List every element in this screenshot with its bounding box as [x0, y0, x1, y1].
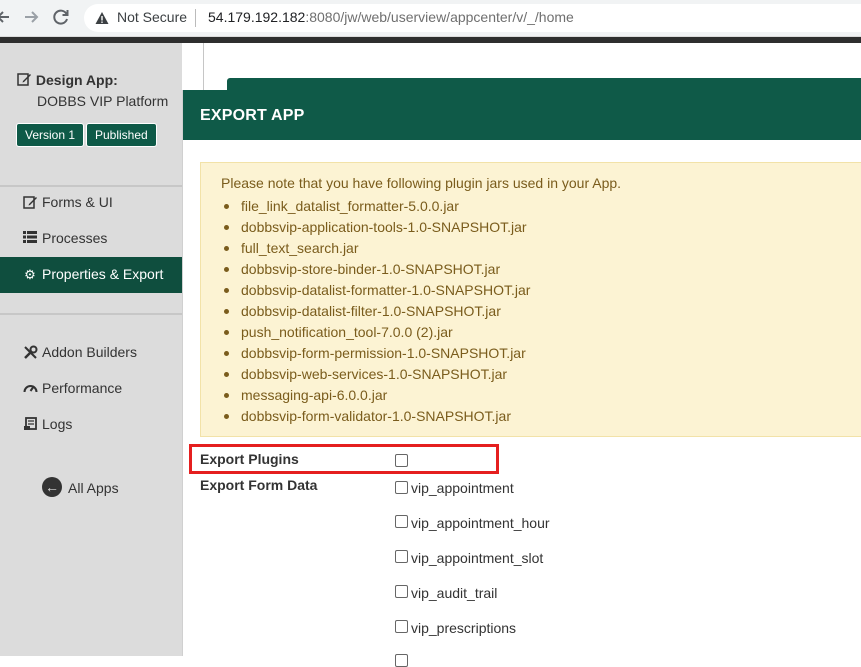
sidebar-item-label: Forms & UI — [42, 194, 113, 210]
form-data-checkbox-vip-appointment-hour[interactable] — [395, 515, 408, 528]
form-data-label: vip_appointment_slot — [411, 550, 544, 566]
list-item: dobbsvip-datalist-formatter-1.0-SNAPSHOT… — [221, 280, 530, 301]
form-data-label: vip_appointment_hour — [411, 515, 550, 531]
sidebar-item-label: Addon Builders — [42, 344, 137, 360]
sidebar-item-label: Logs — [42, 416, 73, 432]
forward-icon[interactable] — [20, 6, 42, 28]
export-plugins-label: Export Plugins — [200, 451, 299, 467]
sidebar-item-label: Properties & Export — [42, 266, 164, 282]
edit-icon — [22, 195, 38, 211]
sidebar-divider — [0, 313, 182, 315]
list-item: dobbsvip-store-binder-1.0-SNAPSHOT.jar — [221, 259, 530, 280]
list-item: dobbsvip-form-permission-1.0-SNAPSHOT.ja… — [221, 343, 530, 364]
browser-toolbar: Not Secure 54.179.192.182:8080/jw/web/us… — [0, 0, 861, 37]
sidebar-item-forms-ui[interactable]: Forms & UI — [0, 185, 182, 221]
sidebar-item-label: Performance — [42, 380, 123, 396]
notice-text: Please note that you have following plug… — [221, 175, 622, 191]
form-data-label: vip_audit_trail — [411, 585, 498, 601]
list-item: dobbsvip-datalist-filter-1.0-SNAPSHOT.ja… — [221, 301, 530, 322]
list-item: messaging-api-6.0.0.jar — [221, 385, 530, 406]
tools-icon — [22, 345, 38, 361]
design-app-heading: Design App: — [17, 72, 118, 88]
list-item: dobbsvip-web-services-1.0-SNAPSHOT.jar — [221, 364, 530, 385]
back-icon[interactable] — [0, 6, 16, 28]
form-data-label: vip_appointment — [411, 480, 514, 496]
export-form-data-label: Export Form Data — [200, 477, 318, 493]
plugin-list: file_link_datalist_formatter-5.0.0.jar d… — [221, 196, 530, 427]
address-bar[interactable]: Not Secure 54.179.192.182:8080/jw/web/us… — [84, 4, 861, 32]
arrow-left-circle-icon: ← — [42, 477, 62, 497]
list-item: dobbsvip-application-tools-1.0-SNAPSHOT.… — [221, 217, 530, 238]
content-border — [203, 43, 204, 93]
sidebar-item-logs[interactable]: Logs — [0, 407, 182, 443]
list-item: dobbsvip-form-validator-1.0-SNAPSHOT.jar — [221, 406, 530, 427]
modal-header: EXPORT APP — [183, 90, 861, 140]
app-name: DOBBS VIP Platform — [37, 93, 169, 109]
published-badge[interactable]: Published — [86, 123, 157, 147]
sidebar-item-processes[interactable]: Processes — [0, 221, 182, 257]
sidebar-item-performance[interactable]: Performance — [0, 371, 182, 407]
speedometer-icon — [22, 381, 38, 397]
not-secure-label: Not Secure — [117, 9, 188, 25]
reload-icon[interactable] — [50, 6, 72, 28]
edit-icon — [17, 73, 31, 86]
form-data-checkbox-vip-prescriptions[interactable] — [395, 620, 408, 633]
sidebar: Design App: DOBBS VIP Platform Version 1… — [0, 43, 182, 656]
list-icon — [22, 231, 38, 247]
version-badge[interactable]: Version 1 — [16, 123, 85, 147]
form-data-checkbox-vip-appointment-slot[interactable] — [395, 550, 408, 563]
url-separator — [195, 9, 196, 27]
url-host: 54.179.192.182 — [208, 9, 306, 25]
form-data-label: vip_prescriptions — [411, 620, 517, 636]
scroll-icon — [22, 417, 38, 433]
export-app-modal: EXPORT APP Please note that you have fol… — [182, 90, 861, 667]
warning-icon — [95, 12, 109, 24]
modal-title: EXPORT APP — [200, 107, 305, 124]
sidebar-item-properties-export[interactable]: ⚙ Properties & Export — [0, 257, 182, 293]
form-data-checkbox-vip-appointment[interactable] — [395, 481, 408, 494]
list-item: file_link_datalist_formatter-5.0.0.jar — [221, 196, 530, 217]
design-app-label: Design App: — [35, 72, 118, 88]
export-plugins-checkbox[interactable] — [395, 454, 408, 467]
plugin-notice: Please note that you have following plug… — [200, 162, 861, 437]
url-text[interactable]: 54.179.192.182:8080/jw/web/userview/appc… — [208, 9, 574, 25]
sidebar-item-label: Processes — [42, 230, 108, 246]
url-path: :8080/jw/web/userview/appcenter/v/_/home — [305, 9, 574, 25]
gear-icon: ⚙ — [24, 267, 36, 282]
all-apps-label: All Apps — [68, 480, 119, 496]
list-item: full_text_search.jar — [221, 238, 530, 259]
list-item: push_notification_tool-7.0.0 (2).jar — [221, 322, 530, 343]
sidebar-item-addon-builders[interactable]: Addon Builders — [0, 335, 182, 371]
form-data-checkbox-vip-audit-trail[interactable] — [395, 585, 408, 598]
